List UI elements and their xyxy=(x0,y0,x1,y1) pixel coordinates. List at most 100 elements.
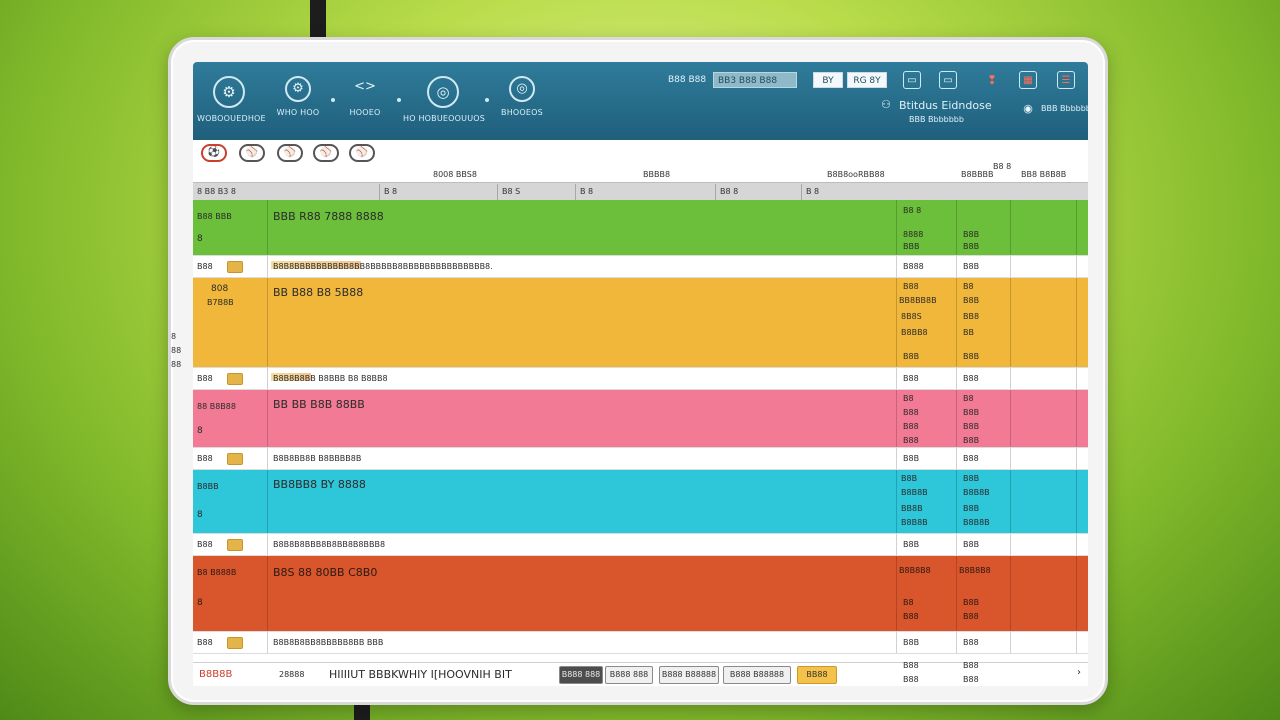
row-value: B8B8B xyxy=(963,518,990,527)
row-value: B8B xyxy=(963,540,980,549)
column-filter[interactable]: B 8 xyxy=(379,184,497,200)
ball-icon[interactable]: ⚾ xyxy=(349,144,375,162)
menu-icon[interactable]: ☰ xyxy=(1057,71,1075,89)
table-row[interactable]: 808 B7B8B BB B88 B8 5B88 B88 BB8BB8B 8B8… xyxy=(193,278,1088,368)
row-value: B8B xyxy=(963,242,980,251)
column-filter[interactable]: B 8 xyxy=(575,184,715,200)
row-title: BB BB B8B 88BB xyxy=(273,398,365,411)
row-value: B8 xyxy=(963,394,974,403)
nav-label: WOBOOUEDHOE xyxy=(197,114,266,123)
footer-button[interactable]: BB88 xyxy=(797,666,837,684)
monitor-icon[interactable]: ▭ xyxy=(903,71,921,89)
tag-chip xyxy=(227,539,243,551)
table-subrow[interactable]: B88 B8B8B8BB8BBBBB8BB BBB B8B B88 xyxy=(193,632,1088,654)
column-filter[interactable]: B8 8 xyxy=(715,184,801,200)
row-sub-id: 8 xyxy=(197,234,203,244)
column-filter[interactable]: 8 B8 B3 8 xyxy=(193,184,379,200)
table-subrow[interactable]: B88 B8B8BB8B B8BBBB8B B8B B88 xyxy=(193,448,1088,470)
row-value: B88 xyxy=(903,436,919,445)
nav-item-home[interactable]: ⚙ WOBOOUEDHOE xyxy=(197,76,266,123)
row-value: B88 xyxy=(963,454,979,463)
tag-chip xyxy=(227,453,243,465)
column-label: B8BBBB xyxy=(961,170,994,179)
row-value: BB xyxy=(963,328,974,337)
globe-icon: ◎ xyxy=(427,76,459,108)
row-id: 808 xyxy=(211,284,229,294)
grid-icon[interactable]: ▦ xyxy=(1019,71,1037,89)
row-description: B8B8BBBBBBBBBB8BB8BBBBB8BBBBBBBBBBBBBBB8… xyxy=(273,262,493,271)
ball-icon[interactable]: ⚽ xyxy=(201,144,227,162)
footer-value: B88 xyxy=(903,675,919,684)
column-label: BBBB8 xyxy=(643,170,671,179)
table-subrow[interactable]: B88 B8B8BBBBBBBBBB8BB8BBBBB8BBBBBBBBBBBB… xyxy=(193,256,1088,278)
column-filter[interactable]: B8 S xyxy=(497,184,575,200)
row-description: B8B8B8BB8BBBBB8BB BBB xyxy=(273,638,384,647)
row-title: B8S 88 80BB C8B0 xyxy=(273,566,378,579)
ball-icon[interactable]: ⚾ xyxy=(313,144,339,162)
row-value: B8B8B8 xyxy=(959,566,991,575)
side-numbers: 8 88 88 xyxy=(171,330,181,372)
table-row[interactable]: B8BB 8 BB8BB8 BY 8888 B8B B8B8B BB8B B8B… xyxy=(193,470,1088,534)
row-value: B8B xyxy=(963,262,980,271)
row-value: B8B xyxy=(901,474,918,483)
chevron-right-icon[interactable]: › xyxy=(1077,667,1081,678)
row-id: B88 xyxy=(197,262,213,271)
footer-button[interactable]: B888 B88888 xyxy=(723,666,791,684)
table-subrow[interactable]: B88 B8B8B8BBB8B8BB8B8BBB8 B8B B8B xyxy=(193,534,1088,556)
row-value: B8B xyxy=(903,352,920,361)
footer-button[interactable]: B888 888 xyxy=(559,666,603,684)
row-title: BB B88 B8 5B88 xyxy=(273,286,364,299)
ball-icon[interactable]: ⚾ xyxy=(277,144,303,162)
nav-item-web[interactable]: ◎ BHOOEOS xyxy=(495,76,549,117)
column-header-filters: 8 B8 B3 8 B 8 B8 S B 8 B8 8 B 8 xyxy=(193,182,1088,200)
row-value: B8B xyxy=(963,230,980,239)
row-value: B8B xyxy=(903,540,920,549)
stand-pole-top xyxy=(310,0,326,38)
toggle-icon[interactable]: ◉ xyxy=(1019,100,1037,118)
row-description: B8B8BB8B B8BBBB8B xyxy=(273,454,362,463)
nav-item-code[interactable]: <> HOOEO xyxy=(345,76,385,117)
alert-icon[interactable]: ❢ xyxy=(983,71,1001,89)
window-icon[interactable]: ▭ xyxy=(939,71,957,89)
header-button-b[interactable]: RG 8Y xyxy=(847,72,887,88)
column-badge: B8 8 xyxy=(993,162,1012,171)
search-input[interactable]: BB3 B88 B88 xyxy=(713,72,797,88)
nav-item-settings[interactable]: ⚙ WHO HOO xyxy=(273,76,323,117)
footer-button[interactable]: B888 888 xyxy=(605,666,653,684)
tag-chip xyxy=(227,373,243,385)
table-row[interactable]: 88 B8B88 8 BB BB B8B 88BB B8 B88 B88 B88… xyxy=(193,390,1088,448)
footer-value: B88 xyxy=(903,661,919,670)
code-icon: <> xyxy=(354,79,376,94)
table-row[interactable]: B8 B888B 8 B8S 88 80BB C8B0 B8B8B8 B8 B8… xyxy=(193,556,1088,632)
user-icon: ⚇ xyxy=(881,98,891,111)
footer-count: 28888 xyxy=(279,670,305,679)
footer-label: B8B8B xyxy=(199,669,233,680)
row-sub-id: 8 xyxy=(197,510,203,520)
row-value: B8B8B xyxy=(901,518,928,527)
side-number: 8 xyxy=(171,332,177,341)
row-id: 88 B8B88 xyxy=(197,402,236,411)
app-header: ⚙ WOBOOUEDHOE ⚙ WHO HOO <> HOOEO ◎ HO HO… xyxy=(193,62,1088,140)
footer-button[interactable]: B888 B88888 xyxy=(659,666,719,684)
toolbar: ⚽ ⚾ ⚾ ⚾ ⚾ xyxy=(193,140,1088,166)
row-value: B88 xyxy=(903,282,919,291)
tag-chip xyxy=(227,261,243,273)
row-value: B8B xyxy=(963,436,980,445)
column-label: 8008 BBS8 xyxy=(433,170,477,179)
footer-summary: HIIIIUT BBBKWHIY I[HOOVNIH BIT xyxy=(329,668,512,681)
side-number: 88 xyxy=(171,360,182,369)
table-subrow[interactable]: B88 B8B8B8BB B8BBB B8 B8BB8 B88 B88 xyxy=(193,368,1088,390)
row-value: B8B xyxy=(903,454,920,463)
nav-label: BHOOEOS xyxy=(501,108,543,117)
row-value: B8 xyxy=(963,282,974,291)
nav-item-globe[interactable]: ◎ HO HOBUEOOUUOS xyxy=(403,76,485,123)
column-filter[interactable]: B 8 xyxy=(801,184,1088,200)
table-row[interactable]: B88 BBB 8 BBB R88 7888 8888 B8 8 8888 BB… xyxy=(193,200,1088,256)
row-description: B8B8B8BBB8B8BB8B8BBB8 xyxy=(273,540,386,549)
header-button-a[interactable]: BY xyxy=(813,72,843,88)
row-id: B8BB xyxy=(197,482,219,491)
row-value: B8B xyxy=(903,638,920,647)
ball-icon[interactable]: ⚾ xyxy=(239,144,265,162)
column-header: 8008 BBS8 BBBB8 B8B8ooRBB88 B8BBBB BB8 B… xyxy=(193,162,1088,200)
row-value: B8B xyxy=(963,352,980,361)
